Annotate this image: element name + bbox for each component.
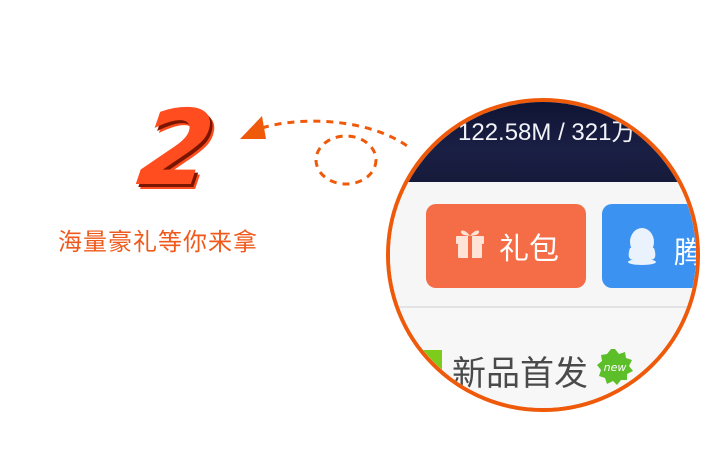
new-release-section: 新品首发 new [390,308,696,408]
qq-penguin-icon [624,226,660,274]
gift-button-label: 礼包 [499,232,559,267]
tencent-button-label: 腾 [674,228,696,272]
section-title: 新品首发 [452,354,588,394]
arrow-head-icon [240,116,266,139]
magnified-ui-circle: 122.58M / 321万 礼包 新品首发 new [386,98,700,412]
new-badge-icon: new [596,348,634,390]
action-button-row: 礼包 腾 [390,182,696,306]
svg-text:new: new [604,361,627,374]
section-marker [422,350,442,384]
tencent-button[interactable]: 腾 [602,204,696,288]
gift-pack-button[interactable]: 礼包 [426,204,586,288]
download-stats: 122.58M / 321万 [458,119,636,146]
step-number: 2 [131,87,221,209]
gift-icon [453,224,487,268]
promo-caption: 海量豪礼等你来拿 [58,228,258,256]
stats-bar: 122.58M / 321万 [390,102,696,182]
